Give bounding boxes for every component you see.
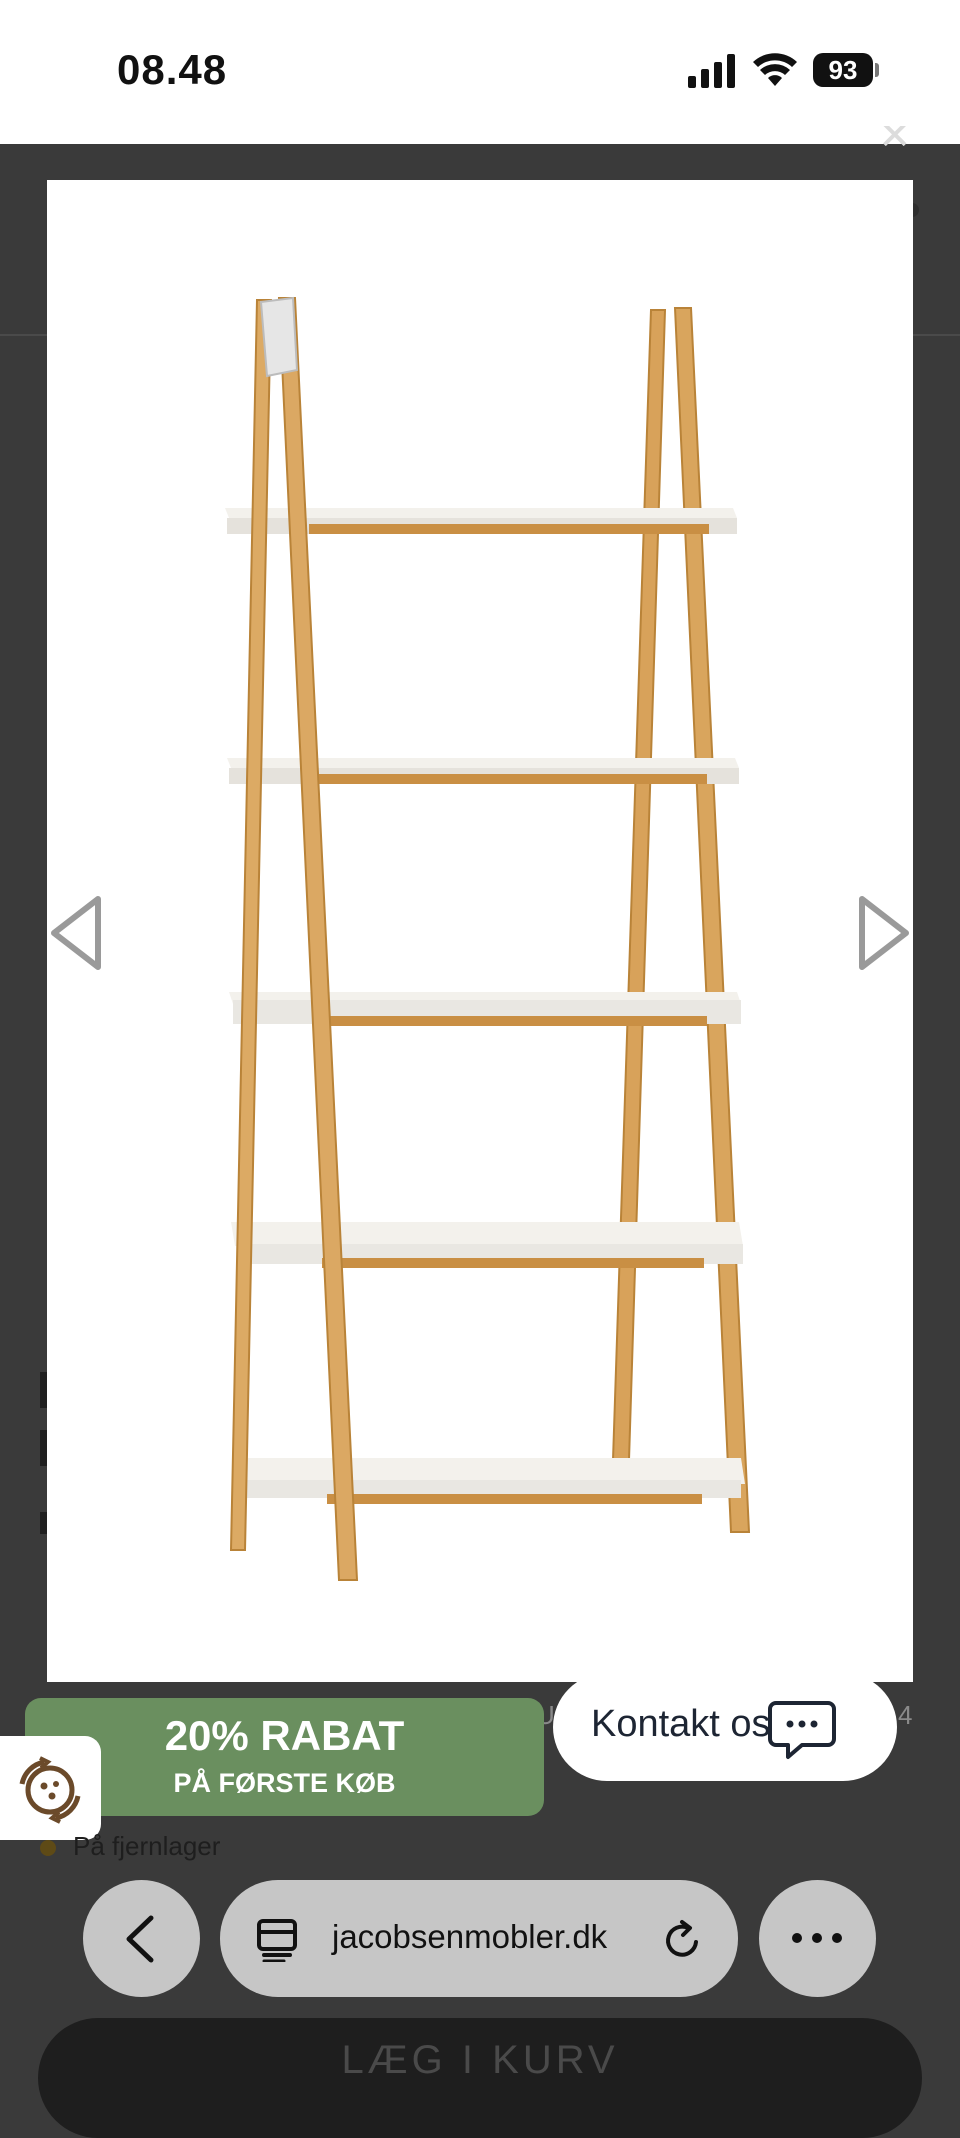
add-to-cart-label: LÆG I KURV [341,2038,619,2082]
browser-more-button[interactable] [759,1880,876,1997]
reload-icon[interactable] [662,1918,704,1962]
page-settings-icon [257,1919,297,1962]
browser-back-button[interactable] [83,1880,200,1997]
wifi-icon [753,53,797,86]
next-image-arrow-icon[interactable] [856,893,912,973]
product-image [225,296,751,1581]
status-bar: 08.48 93 [0,0,960,144]
stock-status-text: På fjernlager [73,1831,221,1861]
promo-title: 20% RABAT [164,1712,405,1759]
chat-bubble-icon [768,1701,836,1759]
chevron-left-icon [126,1915,154,1963]
cookie-icon [19,1756,81,1824]
discount-promo-button[interactable]: 20% RABAT PÅ FØRSTE KØB [25,1698,544,1816]
background-text-fragment: 4 [898,1700,913,1730]
close-icon[interactable]: ✕ [878,126,908,146]
status-time: 08.48 [117,46,228,93]
battery-tip [875,63,879,77]
cookie-consent-button[interactable] [0,1736,101,1840]
contact-label: Kontakt os [591,1703,771,1745]
battery-indicator: 93 [813,53,873,87]
signal-icon [688,54,735,88]
stock-status-dot [40,1840,56,1856]
previous-image-arrow-icon[interactable] [48,893,104,973]
product-image-viewer [47,180,913,1682]
promo-subtitle: PÅ FØRSTE KØB [173,1768,396,1798]
address-bar[interactable]: jacobsenmobler.dk [220,1880,738,1997]
contact-us-button[interactable]: Kontakt os [553,1673,897,1781]
more-dots-icon [792,1933,842,1943]
add-to-cart-button[interactable]: LÆG I KURV [38,2018,922,2138]
url-text: jacobsenmobler.dk [332,1918,608,1955]
